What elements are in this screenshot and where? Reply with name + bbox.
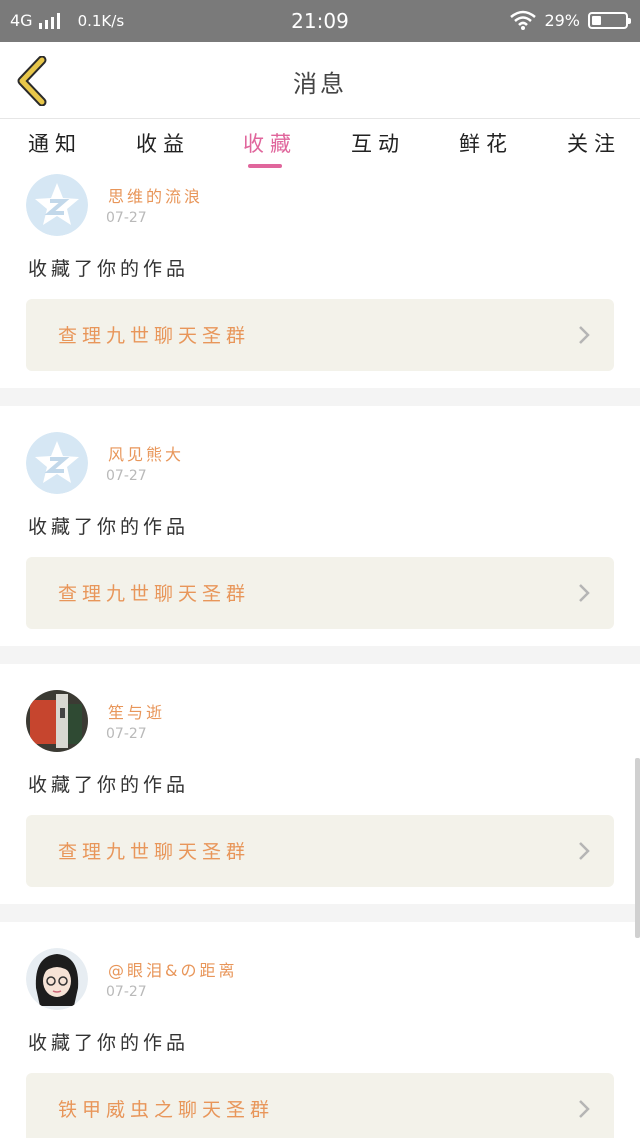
- header: 消息: [0, 42, 640, 119]
- tab-earnings[interactable]: 收益: [136, 128, 190, 158]
- tab-following[interactable]: 关注: [567, 128, 621, 158]
- timestamp: 07-27: [106, 210, 147, 226]
- work-link[interactable]: 铁甲威虫之聊天圣群: [26, 1073, 614, 1138]
- tab-flowers[interactable]: 鲜花: [459, 128, 513, 158]
- work-link[interactable]: 查理九世聊天圣群: [26, 815, 614, 887]
- work-title: 铁甲威虫之聊天圣群: [58, 1099, 275, 1121]
- avatar[interactable]: [26, 690, 88, 752]
- username[interactable]: 思维的流浪: [108, 183, 203, 207]
- status-bar: 4G 0.1K/s 21:09 29%: [0, 0, 640, 42]
- avatar[interactable]: [26, 948, 88, 1010]
- battery-icon: [588, 11, 631, 29]
- timestamp: 07-27: [106, 468, 147, 484]
- chevron-right-icon: [579, 584, 590, 602]
- work-title: 查理九世聊天圣群: [58, 841, 251, 863]
- list-item: 风见熊大 07-27 收藏了你的作品 查理九世聊天圣群: [0, 406, 640, 646]
- action-text: 收藏了你的作品: [28, 1032, 190, 1054]
- page-title: 消息: [293, 70, 347, 98]
- active-tab-indicator: [248, 164, 282, 168]
- girl-avatar-icon: [26, 948, 88, 1010]
- chevron-right-icon: [579, 1100, 590, 1118]
- username[interactable]: 风见熊大: [108, 441, 184, 465]
- divider: [0, 646, 640, 664]
- qq-default-avatar-icon: [26, 432, 88, 494]
- timestamp: 07-27: [106, 726, 147, 742]
- photo-avatar-icon: [26, 690, 88, 752]
- work-title: 查理九世聊天圣群: [58, 325, 251, 347]
- divider: [0, 388, 640, 406]
- chevron-right-icon: [579, 842, 590, 860]
- work-link[interactable]: 查理九世聊天圣群: [26, 299, 614, 371]
- action-text: 收藏了你的作品: [28, 258, 190, 280]
- list-item: @眼泪&の距离 07-27 收藏了你的作品 铁甲威虫之聊天圣群: [0, 922, 640, 1138]
- username[interactable]: @眼泪&の距离: [108, 957, 237, 981]
- tab-favorites[interactable]: 收藏: [243, 128, 297, 158]
- tab-interactions[interactable]: 互动: [351, 128, 405, 158]
- tab-bar: 通知 收益 收藏 互动 鲜花 关注: [0, 120, 640, 170]
- tab-notifications[interactable]: 通知: [28, 128, 82, 158]
- avatar[interactable]: [26, 432, 88, 494]
- qq-default-avatar-icon: [26, 174, 88, 236]
- list-item: 笙与逝 07-27 收藏了你的作品 查理九世聊天圣群: [0, 664, 640, 904]
- scrollbar[interactable]: [635, 758, 640, 938]
- username[interactable]: 笙与逝: [108, 699, 165, 723]
- list-item: 思维的流浪 07-27 收藏了你的作品 查理九世聊天圣群: [0, 170, 640, 388]
- wifi-icon: [510, 10, 537, 30]
- action-text: 收藏了你的作品: [28, 516, 190, 538]
- status-right: 29%: [510, 10, 631, 30]
- work-link[interactable]: 查理九世聊天圣群: [26, 557, 614, 629]
- timestamp: 07-27: [106, 984, 147, 1000]
- work-title: 查理九世聊天圣群: [58, 583, 251, 605]
- chevron-right-icon: [579, 326, 590, 344]
- battery-percent: 29%: [544, 10, 580, 30]
- avatar[interactable]: [26, 174, 88, 236]
- divider: [0, 904, 640, 922]
- action-text: 收藏了你的作品: [28, 774, 190, 796]
- battery-level: [592, 15, 602, 25]
